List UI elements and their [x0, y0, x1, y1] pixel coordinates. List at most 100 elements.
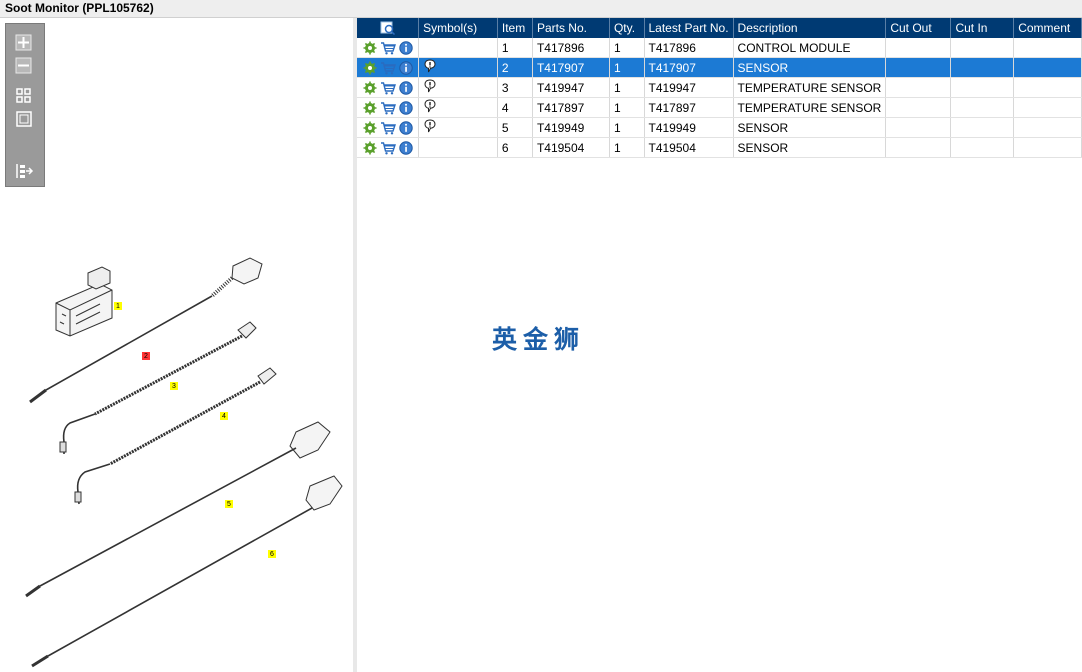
callout-4[interactable]: 4	[220, 412, 228, 420]
comment-cell	[1013, 38, 1082, 58]
latest-part-no-cell: T417907	[644, 57, 734, 78]
illustration-pane[interactable]: 1 2 3 4 5 6	[0, 18, 354, 672]
callout-5[interactable]: 5	[225, 500, 233, 508]
parts-list-pane: Symbol(s) Item Parts No. Qty. Latest Par…	[357, 18, 1082, 672]
cut-out-cell	[885, 57, 952, 78]
gear-icon[interactable]	[363, 101, 377, 115]
cut-out-cell	[885, 117, 952, 138]
info-icon[interactable]	[399, 80, 413, 95]
column-header-cut-in[interactable]: Cut In	[950, 18, 1015, 38]
fit-all-button[interactable]	[14, 87, 34, 105]
table-row[interactable]: 5 T419949 1 T419949 SENSOR	[357, 117, 1082, 138]
svg-text:3: 3	[172, 383, 176, 390]
callout-3[interactable]: 3	[170, 382, 178, 390]
latest-part-no-cell: T417897	[644, 97, 734, 118]
panel-toggle-button[interactable]	[14, 162, 34, 180]
item-cell: 3	[497, 77, 533, 98]
cart-icon[interactable]	[380, 101, 396, 115]
column-header-item[interactable]: Item	[497, 18, 533, 38]
cut-in-cell	[950, 57, 1015, 78]
gear-icon[interactable]	[363, 41, 377, 55]
svg-text:4: 4	[222, 413, 226, 420]
comment-cell	[1013, 57, 1082, 78]
parts-no-cell: T419949	[532, 117, 610, 138]
description-cell: TEMPERATURE SENSOR	[733, 97, 887, 118]
table-row[interactable]: 1 T417896 1 T417896 CONTROL MODULE	[357, 38, 1082, 58]
cart-icon[interactable]	[380, 121, 396, 135]
column-header-parts-no[interactable]: Parts No.	[532, 18, 610, 38]
zoom-in-icon	[15, 34, 32, 51]
column-header-cut-out[interactable]: Cut Out	[885, 18, 952, 38]
cut-in-cell	[950, 137, 1015, 158]
table-row[interactable]: 4 T417897 1 T417897 TEMPERATURE SENSOR	[357, 97, 1082, 118]
cart-icon[interactable]	[380, 141, 396, 155]
viewer-toolbar	[5, 23, 45, 187]
info-icon[interactable]	[399, 40, 413, 55]
parts-no-cell: T417897	[532, 97, 610, 118]
column-header-symbols[interactable]: Symbol(s)	[418, 18, 498, 38]
fit-all-icon	[16, 88, 31, 103]
table-row[interactable]: 2 T417907 1 T417907 SENSOR	[357, 57, 1082, 78]
qty-cell: 1	[609, 38, 645, 58]
qty-cell: 1	[609, 137, 645, 158]
info-icon[interactable]	[399, 140, 413, 155]
table-row[interactable]: 3 T419947 1 T419947 TEMPERATURE SENSOR	[357, 77, 1082, 98]
window-title: Soot Monitor (PPL105762)	[5, 1, 154, 15]
note-pin-icon[interactable]	[423, 79, 437, 93]
cut-out-cell	[885, 137, 952, 158]
gear-icon[interactable]	[363, 121, 377, 135]
cut-in-cell	[950, 97, 1015, 118]
column-header-description[interactable]: Description	[733, 18, 887, 38]
cut-in-cell	[950, 38, 1015, 58]
comment-cell	[1013, 137, 1082, 158]
item-cell: 5	[497, 117, 533, 138]
item-cell: 6	[497, 137, 533, 158]
symbol-cell	[418, 117, 498, 138]
item-cell: 1	[497, 38, 533, 58]
cart-icon[interactable]	[380, 81, 396, 95]
cart-icon[interactable]	[380, 61, 396, 75]
comment-cell	[1013, 117, 1082, 138]
note-pin-icon[interactable]	[423, 99, 437, 113]
comment-cell	[1013, 97, 1082, 118]
zoom-in-button[interactable]	[14, 34, 34, 52]
svg-text:6: 6	[270, 551, 274, 558]
cut-in-cell	[950, 77, 1015, 98]
column-header-comment[interactable]: Comment	[1013, 18, 1082, 38]
callout-2[interactable]: 2	[142, 352, 150, 360]
info-icon[interactable]	[399, 60, 413, 75]
latest-part-no-cell: T419947	[644, 77, 734, 98]
callout-1[interactable]: 1	[114, 302, 122, 310]
cut-out-cell	[885, 38, 952, 58]
cut-in-cell	[950, 117, 1015, 138]
note-pin-icon[interactable]	[423, 119, 437, 133]
column-header-qty[interactable]: Qty.	[609, 18, 645, 38]
note-pin-icon[interactable]	[423, 59, 437, 73]
parts-no-cell: T419947	[532, 77, 610, 98]
control-module-drawing	[55, 266, 113, 337]
description-cell: SENSOR	[733, 137, 887, 158]
symbol-cell	[418, 38, 498, 58]
cart-icon[interactable]	[380, 41, 396, 55]
latest-part-no-cell: T419949	[644, 117, 734, 138]
column-header-latest-part-no[interactable]: Latest Part No.	[644, 18, 734, 38]
description-cell: TEMPERATURE SENSOR	[733, 77, 887, 98]
info-icon[interactable]	[399, 120, 413, 135]
sensor-6-drawing	[31, 475, 343, 668]
item-cell: 2	[497, 57, 533, 78]
column-header-icons[interactable]	[357, 18, 420, 38]
gear-icon[interactable]	[363, 61, 377, 75]
gear-icon[interactable]	[363, 81, 377, 95]
latest-part-no-cell: T419504	[644, 137, 734, 158]
qty-cell: 1	[609, 77, 645, 98]
parts-no-cell: T417907	[532, 57, 610, 78]
exploded-parts-drawing[interactable]: 1 2 3 4 5 6	[0, 218, 353, 672]
gear-icon[interactable]	[363, 141, 377, 155]
fit-window-button[interactable]	[14, 110, 34, 128]
callout-6[interactable]: 6	[268, 550, 276, 558]
info-icon[interactable]	[399, 100, 413, 115]
zoom-out-button[interactable]	[14, 57, 34, 75]
column-chooser-icon	[380, 21, 395, 36]
svg-text:1: 1	[116, 303, 120, 310]
table-row[interactable]: 6 T419504 1 T419504 SENSOR	[357, 137, 1082, 158]
